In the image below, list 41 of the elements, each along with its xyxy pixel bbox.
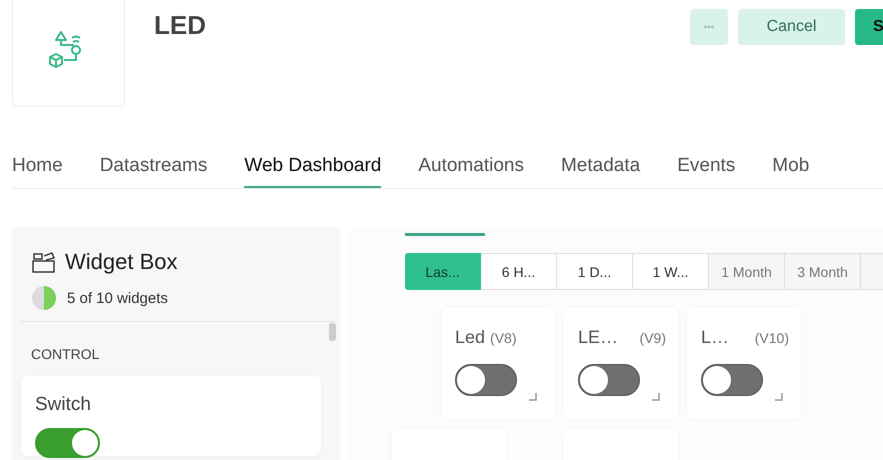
page-title: LED [154,10,206,41]
switch-widget-card[interactable]: Led (V8) [441,308,555,419]
time-range-button[interactable]: 6 H... [481,253,557,290]
nav-tab[interactable]: Events [677,145,736,188]
pin-label: (V8) [490,330,516,346]
switch-widget-card[interactable]: L… (V10) [687,308,801,419]
toggle-switch[interactable] [701,364,763,396]
save-button[interactable]: S [855,9,883,45]
widget-name: Led [455,327,486,348]
widget-box-icon [32,251,56,273]
time-range-button[interactable]: 1 D... [557,253,633,290]
section-heading: CONTROL [30,345,100,362]
cancel-button[interactable]: Cancel [738,9,845,45]
nav-tab[interactable]: Metadata [560,145,640,188]
widget-card[interactable]: Switch [21,376,321,456]
toggle-switch[interactable] [578,364,640,396]
resize-handle-icon[interactable] [652,393,660,401]
time-range-button[interactable]: Las... [405,253,481,290]
pin-label: (V9) [640,330,666,346]
nav-tab[interactable]: Web Dashboard [244,145,382,188]
widget-name: L… [701,327,730,348]
switch-widget-card[interactable]: LE… (V9) [564,308,678,419]
scrollbar-thumb[interactable] [329,323,336,341]
nav-tab[interactable]: Automations [418,145,524,188]
nav-tab[interactable]: Mob [772,145,810,188]
resize-handle-icon[interactable] [775,393,783,401]
resize-handle-icon[interactable] [529,393,537,401]
time-range-button[interactable]: 1 Month [709,253,785,290]
usage-pie-icon [31,285,57,311]
widget-name: LE… [578,327,618,348]
toggle-switch[interactable] [455,364,517,396]
widget-box-title: Widget Box [65,249,178,275]
pin-label: (V10) [754,330,789,346]
nav-tab[interactable]: Home [12,145,63,188]
widget-usage-text: 5 of 10 widgets [67,290,168,306]
time-range-button[interactable]: 3 Month [785,253,861,290]
nav-tab[interactable]: Datastreams [100,145,208,188]
time-range-button[interactable]: 1 W... [633,253,709,290]
more-button[interactable]: ◦◦◦ [690,9,728,45]
widget-name: Switch [35,394,92,416]
toggle-switch[interactable] [35,428,100,458]
